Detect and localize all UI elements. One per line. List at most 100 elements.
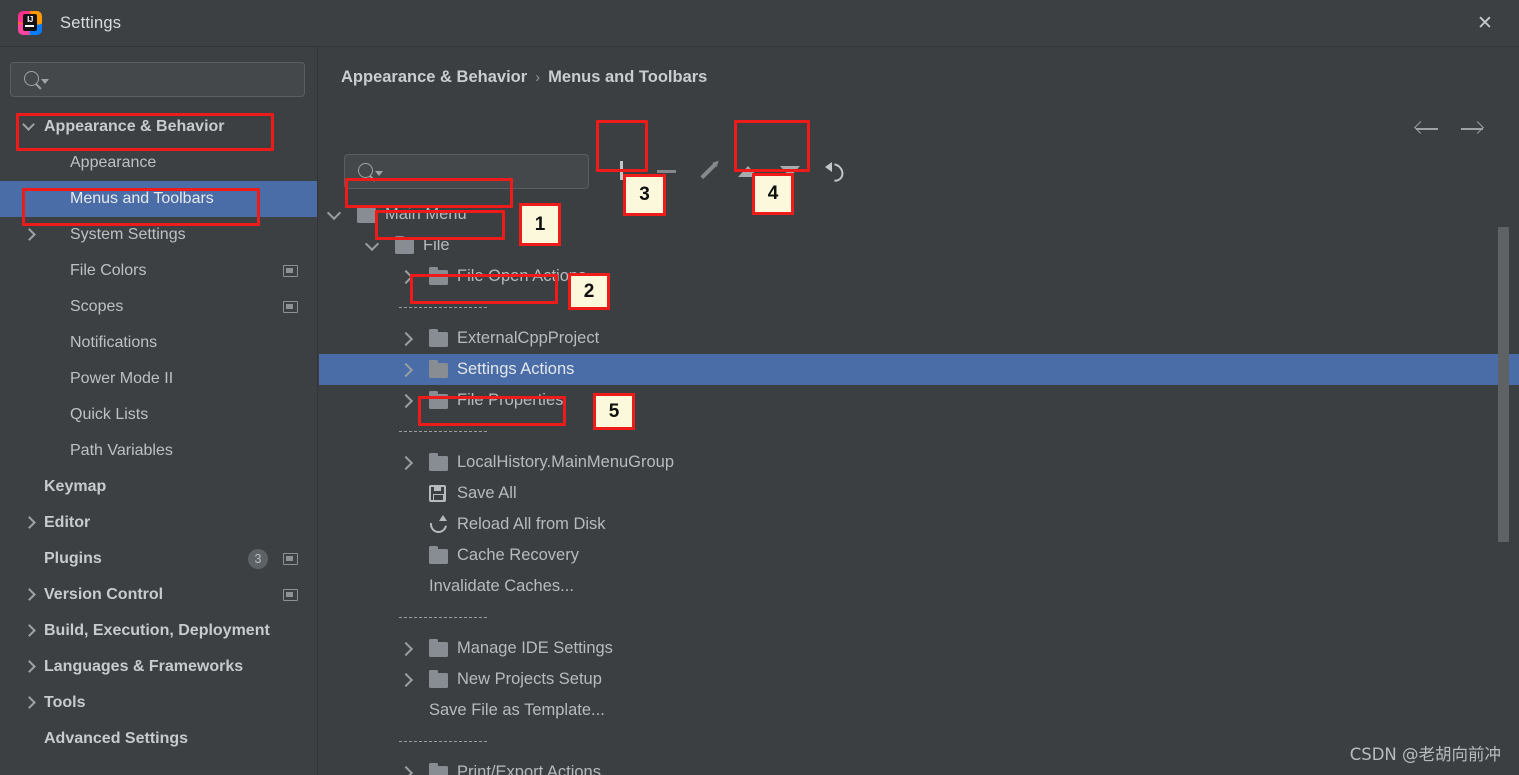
sidebar-item-tools[interactable]: Tools [0, 685, 317, 721]
scrollbar-thumb[interactable] [1498, 227, 1509, 542]
folder-icon [429, 390, 448, 409]
sidebar-item-version-control[interactable]: Version Control [0, 577, 317, 613]
badge-1: 1 [519, 203, 561, 246]
tree-search-input[interactable] [344, 154, 589, 189]
breadcrumb: Appearance & Behavior › Menus and Toolbars [341, 68, 707, 87]
sidebar-item-label: Quick Lists [70, 406, 149, 423]
tree-separator-row[interactable] [319, 602, 1519, 633]
tree-separator-row[interactable] [319, 292, 1519, 323]
folder-icon [429, 266, 448, 285]
tree-row-reload-all-from-disk[interactable]: Reload All from Disk [319, 509, 1519, 540]
tree-row-cache-recovery[interactable]: Cache Recovery [319, 540, 1519, 571]
chevron-right-icon[interactable] [399, 767, 411, 775]
chevron-right-icon[interactable] [399, 395, 411, 407]
tree-row-print-export-actions[interactable]: Print/Export Actions [319, 757, 1519, 775]
chevron-right-icon [24, 589, 36, 601]
sidebar-item-appearance[interactable]: Appearance [0, 145, 317, 181]
back-navigation-arrow-left-icon[interactable] [1413, 117, 1443, 141]
sidebar-item-advanced-settings[interactable]: Advanced Settings [0, 721, 317, 757]
folder-icon [429, 452, 448, 471]
sidebar-item-scopes[interactable]: Scopes [0, 289, 317, 325]
sidebar-item-editor[interactable]: Editor [0, 505, 317, 541]
sidebar-item-label: Version Control [44, 586, 164, 603]
close-icon[interactable]: ✕ [1473, 12, 1497, 36]
external-window-icon [283, 301, 298, 313]
sidebar-item-notifications[interactable]: Notifications [0, 325, 317, 361]
tree-row-file-open-actions[interactable]: File Open Actions [319, 261, 1519, 292]
external-window-icon [283, 553, 298, 565]
intellij-idea-logo-icon: IJ [17, 10, 43, 36]
tree-row-label: Invalidate Caches... [429, 577, 574, 595]
folder-icon [357, 204, 376, 223]
folder-icon [395, 235, 414, 254]
search-icon [24, 71, 39, 86]
breadcrumb-parent[interactable]: Appearance & Behavior [341, 68, 527, 86]
forward-navigation-arrow-right-icon[interactable] [1458, 117, 1488, 141]
sidebar-item-system-settings[interactable]: System Settings [0, 217, 317, 253]
chevron-down-icon [41, 79, 49, 84]
restore-button[interactable] [817, 153, 853, 189]
sidebar-item-label: Keymap [44, 478, 107, 495]
tree-row-main-menu[interactable]: Main Menu [319, 199, 1519, 230]
sidebar-item-power-mode-ii[interactable]: Power Mode II [0, 361, 317, 397]
sidebar-item-languages-frameworks[interactable]: Languages & Frameworks [0, 649, 317, 685]
window-title: Settings [60, 13, 122, 32]
tree-row-externalcppproject[interactable]: ExternalCppProject [319, 323, 1519, 354]
sidebar-item-label: Editor [44, 514, 91, 531]
sidebar-item-label: File Colors [70, 262, 147, 279]
menu-separator-icon [399, 617, 487, 618]
tree-row-label: Main Menu [385, 205, 467, 223]
chevron-right-icon[interactable] [399, 271, 411, 283]
tree-row-localhistory-mainmenugroup[interactable]: LocalHistory.MainMenuGroup [319, 447, 1519, 478]
chevron-down-icon [24, 121, 36, 133]
sidebar-item-keymap[interactable]: Keymap [0, 469, 317, 505]
chevron-down-icon[interactable] [327, 209, 339, 221]
sidebar-item-build-execution-deployment[interactable]: Build, Execution, Deployment [0, 613, 317, 649]
menu-separator-icon [399, 431, 487, 432]
tree-row-save-file-as-template[interactable]: Save File as Template... [319, 695, 1519, 726]
chevron-down-icon [375, 171, 383, 176]
edit-button[interactable] [690, 153, 726, 189]
tree-separator-row[interactable] [319, 416, 1519, 447]
chevron-right-icon[interactable] [399, 333, 411, 345]
tree-row-settings-actions[interactable]: Settings Actions [319, 354, 1519, 385]
chevron-right-icon[interactable] [399, 643, 411, 655]
sidebar-item-quick-lists[interactable]: Quick Lists [0, 397, 317, 433]
tree-toolbar [319, 145, 1519, 199]
sidebar-item-appearance-behavior[interactable]: Appearance & Behavior [0, 109, 317, 145]
vertical-scrollbar[interactable] [1498, 219, 1509, 775]
sidebar-search-input[interactable] [10, 62, 305, 97]
sidebar-item-plugins[interactable]: Plugins 3 [0, 541, 317, 577]
sidebar-item-file-colors[interactable]: File Colors [0, 253, 317, 289]
tree-row-file[interactable]: File [319, 230, 1519, 261]
chevron-down-icon[interactable] [365, 240, 377, 252]
sidebar-item-path-variables[interactable]: Path Variables [0, 433, 317, 469]
sidebar-item-label: Tools [44, 694, 86, 711]
tree-row-save-all[interactable]: Save All [319, 478, 1519, 509]
sidebar-item-label: Path Variables [70, 442, 173, 459]
plugins-count-badge: 3 [248, 549, 268, 569]
tree-row-file-properties[interactable]: File Properties [319, 385, 1519, 416]
tree-row-label: New Projects Setup [457, 670, 602, 688]
folder-icon [429, 762, 448, 775]
chevron-right-icon[interactable] [399, 364, 411, 376]
folder-icon [429, 638, 448, 657]
badge-3: 3 [623, 174, 666, 216]
chevron-right-icon[interactable] [399, 457, 411, 469]
tree-row-new-projects-setup[interactable]: New Projects Setup [319, 664, 1519, 695]
sidebar-item-menus-and-toolbars[interactable]: Menus and Toolbars [0, 181, 317, 217]
tree-row-label: Reload All from Disk [457, 515, 606, 533]
tree-separator-row[interactable] [319, 726, 1519, 757]
folder-icon [429, 359, 448, 378]
settings-content: Appearance & Behavior › Menus and Toolbars [319, 47, 1519, 775]
breadcrumb-separator: › [535, 69, 541, 86]
menu-separator-icon [399, 307, 487, 308]
tree-row-invalidate-caches[interactable]: Invalidate Caches... [319, 571, 1519, 602]
tree-row-label: Print/Export Actions [457, 763, 601, 775]
sidebar-item-label: Languages & Frameworks [44, 658, 244, 675]
tree-row-label: ExternalCppProject [457, 329, 600, 347]
chevron-right-icon[interactable] [399, 674, 411, 686]
tree-row-label: File Properties [457, 391, 564, 409]
folder-icon [429, 328, 448, 347]
tree-row-manage-ide-settings[interactable]: Manage IDE Settings [319, 633, 1519, 664]
